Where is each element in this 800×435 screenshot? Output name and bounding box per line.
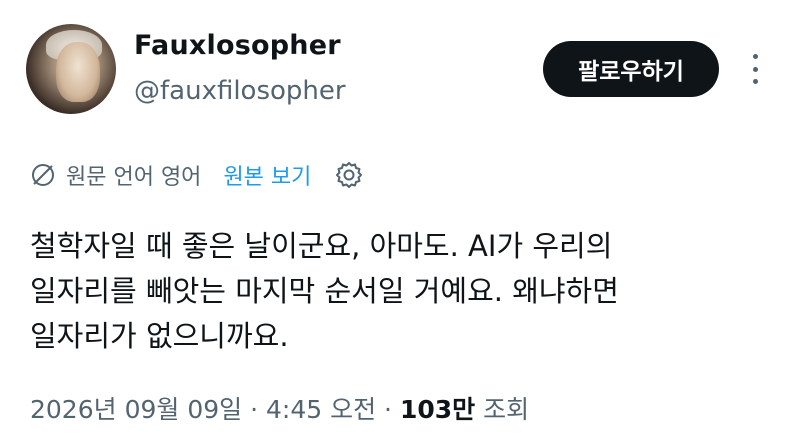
views-count: 103만: [399, 395, 476, 424]
tweet-meta: 2026년 09월 09일 · 4:45 오전 · 103만 조회: [30, 390, 529, 426]
meta-separator: ·: [384, 395, 392, 424]
display-name[interactable]: Fauxlosopher: [134, 30, 341, 61]
tweet-text: 철학자일 때 좋은 날이군요, 아마도. AI가 우리의 일자리를 빼앗는 마지…: [30, 224, 770, 359]
tweet-line: 철학자일 때 좋은 날이군요, 아마도. AI가 우리의: [30, 229, 613, 263]
show-original-link[interactable]: 원본 보기: [223, 159, 311, 191]
views-label: 조회: [483, 395, 530, 424]
avatar-face: [56, 42, 100, 102]
gear-icon[interactable]: [335, 161, 363, 189]
tweet-date[interactable]: 2026년 09월 09일: [30, 395, 242, 424]
tweet-line: 일자리가 없으니까요.: [30, 319, 289, 353]
user-handle[interactable]: @fauxfilosopher: [134, 76, 346, 106]
translation-language-note: 원문 언어 영어: [66, 165, 202, 190]
translation-bar: 원문 언어 영어 원본 보기: [30, 158, 363, 192]
globe-slash-icon: [32, 164, 54, 186]
more-vertical-icon[interactable]: [748, 54, 762, 84]
tweet-time[interactable]: 4:45 오전: [266, 395, 376, 424]
follow-button[interactable]: 팔로우하기: [543, 41, 719, 97]
avatar[interactable]: [26, 24, 116, 114]
tweet-line: 일자리를 빼앗는 마지막 순서일 거예요. 왜냐하면: [30, 274, 619, 308]
meta-separator: ·: [250, 395, 259, 424]
